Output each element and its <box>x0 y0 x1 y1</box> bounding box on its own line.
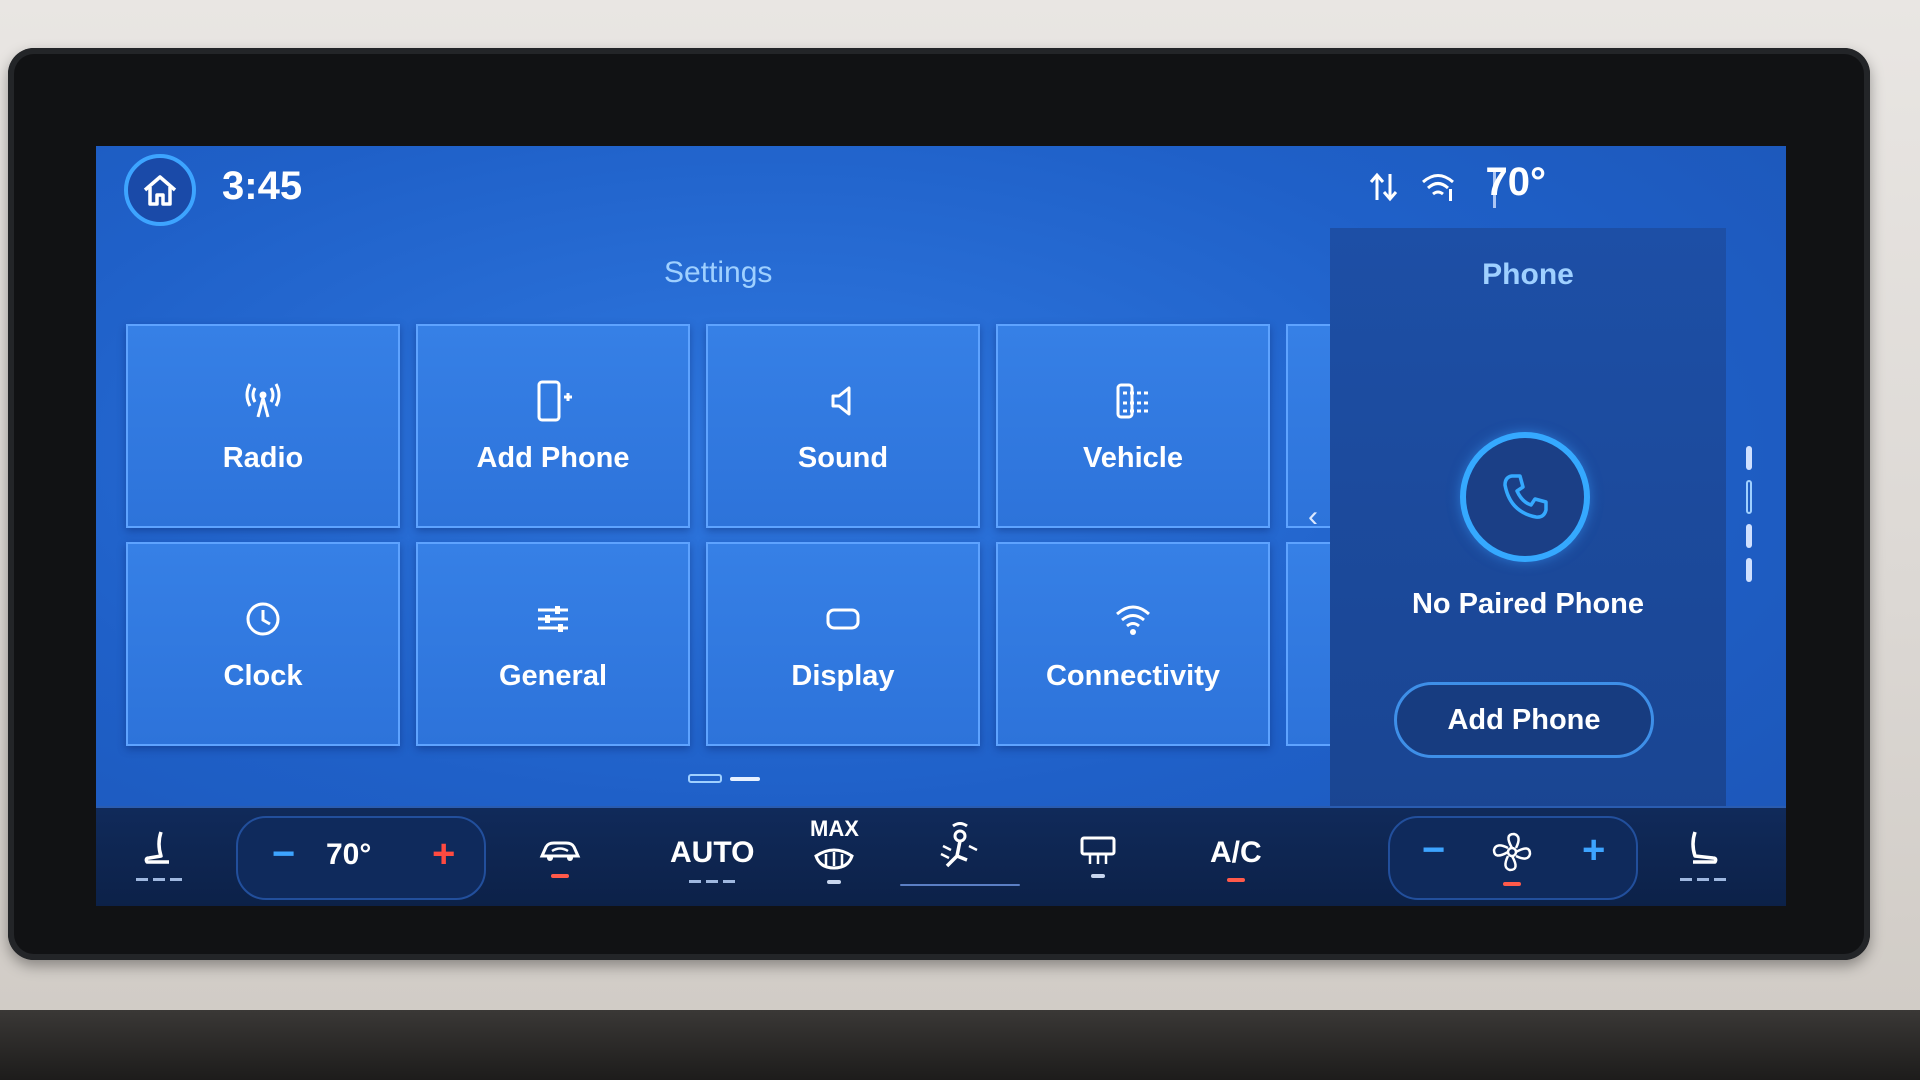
driver-temp-value: 70° <box>326 838 372 871</box>
home-icon <box>143 175 177 206</box>
add-phone-icon <box>530 378 576 424</box>
status-icons <box>1368 170 1456 204</box>
max-defrost-button[interactable]: MAX <box>810 816 859 884</box>
tile-radio[interactable]: Radio <box>126 324 400 528</box>
seat-heat-icon <box>1691 831 1718 864</box>
status-time: 3:45 <box>222 164 303 208</box>
rear-defrost-button[interactable] <box>1078 834 1118 878</box>
phone-panel-title: Phone <box>1482 258 1574 291</box>
wifi-icon <box>1110 596 1156 642</box>
dashboard-trim <box>0 1010 1920 1080</box>
phone-call-button[interactable] <box>1460 432 1590 562</box>
temp-decrease-button[interactable]: − <box>272 832 295 877</box>
speaker-icon <box>820 378 866 424</box>
tile-label: Vehicle <box>1083 441 1183 474</box>
selected-indicator <box>900 884 1020 886</box>
level-indicator <box>1680 878 1726 881</box>
seat-heat-icon <box>144 831 169 864</box>
status-indicator <box>551 874 569 878</box>
status-indicator <box>1503 882 1521 886</box>
temp-increase-button[interactable]: + <box>432 832 455 877</box>
tile-sound[interactable]: Sound <box>706 324 980 528</box>
clock-icon <box>240 596 286 642</box>
infotainment-screen: 3:45 70° Settings Radio Add Phone Sound … <box>96 146 1786 906</box>
vehicle-icon <box>1110 378 1156 424</box>
wifi-hotspot-icon <box>1422 174 1454 201</box>
air-distribution-button[interactable] <box>900 818 1020 886</box>
phone-handset-icon <box>1503 474 1548 519</box>
heated-seat-right-button[interactable] <box>1680 828 1726 881</box>
phone-panel: Phone No Paired Phone Add Phone <box>1330 228 1726 818</box>
tile-display[interactable]: Display <box>706 542 980 746</box>
status-indicator <box>1091 874 1105 878</box>
signal-arrows-icon <box>1369 172 1398 202</box>
rear-defrost-icon <box>1080 836 1116 864</box>
ac-button[interactable]: A/C <box>1210 836 1262 882</box>
fan-icon <box>1492 832 1532 872</box>
phone-status-text: No Paired Phone <box>1411 588 1645 620</box>
page-indicator[interactable] <box>688 774 760 783</box>
max-defrost-icon <box>814 848 855 870</box>
tile-label: Radio <box>222 441 304 474</box>
fan-increase-button[interactable]: + <box>1582 828 1605 873</box>
tile-label: Clock <box>223 659 303 692</box>
level-indicator <box>136 878 182 881</box>
auto-climate-button[interactable]: AUTO <box>670 836 754 883</box>
air-distribution-icon <box>940 822 978 868</box>
tile-label: Sound <box>797 441 889 474</box>
tile-add-phone[interactable]: Add Phone <box>416 324 690 528</box>
fan-speed-indicator <box>1490 830 1534 886</box>
tile-label: Add Phone <box>476 441 630 474</box>
heated-seat-left-button[interactable] <box>136 828 182 881</box>
tile-general[interactable]: General <box>416 542 690 746</box>
page-dot[interactable] <box>730 776 760 781</box>
climate-bar: − 70° + AUTO MAX A/C − + <box>96 806 1786 906</box>
level-indicator <box>689 880 736 883</box>
antenna-icon <box>240 378 286 424</box>
home-button[interactable] <box>124 154 196 226</box>
status-indicator <box>1226 878 1245 882</box>
panel-scroll-indicator[interactable] <box>1746 446 1754 586</box>
fan-decrease-button[interactable]: − <box>1422 828 1445 873</box>
tile-connectivity[interactable]: Connectivity <box>996 542 1270 746</box>
display-icon <box>820 596 866 642</box>
tile-label: Connectivity <box>1045 659 1221 692</box>
tile-label: General <box>499 659 607 692</box>
page-dot-active[interactable] <box>688 774 722 783</box>
recirculation-car-icon <box>539 841 581 861</box>
outside-temperature: 70° <box>1485 160 1547 204</box>
status-indicator <box>827 880 842 884</box>
settings-title: Settings <box>664 256 773 289</box>
sliders-icon <box>530 596 576 642</box>
recirculation-button[interactable] <box>536 836 584 878</box>
add-phone-button[interactable]: Add Phone <box>1394 682 1654 758</box>
tile-clock[interactable]: Clock <box>126 542 400 746</box>
tile-vehicle[interactable]: Vehicle <box>996 324 1270 528</box>
chevron-left-icon[interactable]: ‹ <box>1308 500 1318 534</box>
tile-label: Display <box>791 659 895 692</box>
